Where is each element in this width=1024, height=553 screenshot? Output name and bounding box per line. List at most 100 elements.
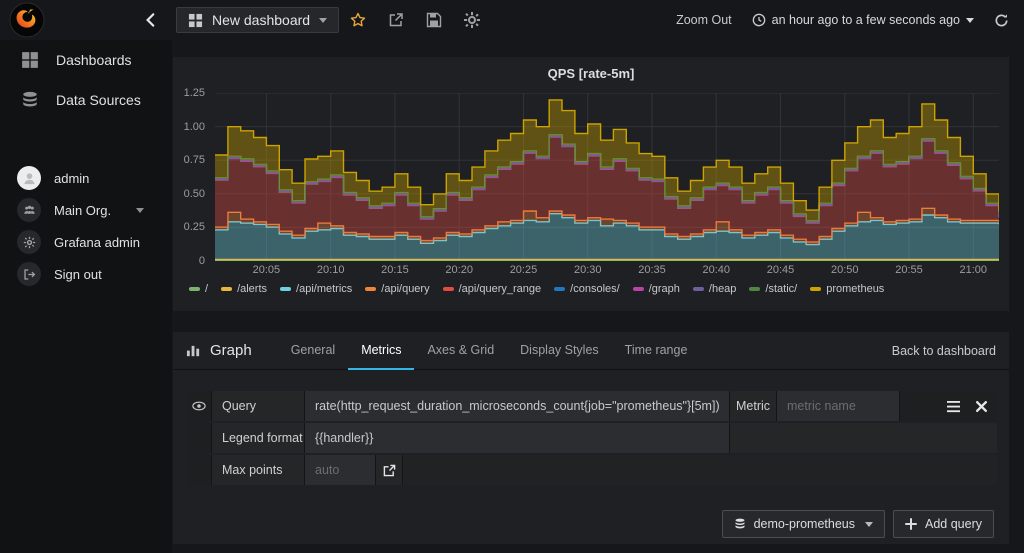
y-tick-label: 0 [198, 255, 205, 267]
sidebar-item-grafana-admin[interactable]: Grafana admin [0, 226, 172, 258]
qps-chart[interactable] [215, 92, 1000, 262]
panel-editor: Graph General Metrics Axes & Grid Displa… [173, 332, 1009, 544]
organization-users-icon [17, 198, 41, 222]
query-input-cell [305, 391, 730, 421]
dashboard-actions [350, 0, 480, 40]
legend-item[interactable]: /heap [692, 283, 737, 295]
y-axis-labels: 0 0.25 0.50 0.75 1.00 1.25 [173, 87, 209, 267]
sidebar-item-label: Grafana admin [54, 234, 140, 250]
legend-format-row: Legend format [187, 423, 997, 453]
dashboard-content: QPS [rate-5m] 0 0.25 0.50 0.75 1.00 1.25 20:0… [172, 40, 1024, 553]
legend-series-name: /static/ [765, 283, 798, 295]
legend-item[interactable]: /api/metrics [280, 283, 352, 295]
row-spacer-cell [187, 423, 212, 453]
legend-item[interactable]: /static/ [749, 283, 797, 295]
zoom-out-button[interactable]: Zoom Out [676, 13, 732, 27]
sidebar-item-dashboards[interactable]: Dashboards [0, 40, 172, 80]
dashboard-title: New dashboard [212, 12, 311, 28]
legend-series-color-chip [810, 287, 822, 291]
caret-down-icon [136, 207, 145, 213]
legend-series-name: /alerts [237, 283, 268, 295]
legend-item[interactable]: / [189, 283, 208, 295]
sidebar-item-label: admin [54, 170, 90, 186]
legend-format-input-cell [305, 423, 730, 453]
time-range-label: an hour ago to a few seconds ago [771, 13, 960, 27]
settings-gear-icon[interactable] [464, 12, 480, 28]
sidebar-item-data-sources[interactable]: Data Sources [0, 80, 172, 120]
tab-time-range[interactable]: Time range [612, 332, 701, 370]
tab-general[interactable]: General [278, 332, 348, 370]
sidebar-collapse-chevron-icon[interactable] [142, 11, 160, 29]
y-tick-label: 0.25 [183, 221, 205, 234]
star-icon[interactable] [350, 12, 366, 28]
legend-item[interactable]: /alerts [221, 283, 267, 295]
query-menu-icon[interactable] [947, 400, 960, 413]
x-tick-label: 20:35 [638, 264, 666, 276]
datasource-selector-button[interactable]: demo-prometheus [721, 510, 886, 538]
plus-icon [905, 518, 918, 530]
external-link-icon[interactable] [376, 455, 403, 485]
metric-input-cell [777, 391, 900, 421]
sidebar-item-label: Data Sources [56, 92, 141, 108]
metric-name-input[interactable] [777, 391, 899, 421]
row-spacer-cell [187, 455, 212, 485]
database-icon [735, 518, 745, 529]
toggle-query-visibility-eye-icon[interactable] [187, 391, 212, 421]
legend-series-name: /api/query_range [458, 283, 542, 295]
time-picker-button[interactable]: an hour ago to a few seconds ago [752, 13, 974, 27]
bar-chart-icon [186, 344, 201, 358]
legend-series-name: /heap [708, 283, 737, 295]
x-axis-labels: 20:05 20:10 20:15 20:20 20:25 20:30 20:35 20:40… [215, 261, 999, 277]
legend-item[interactable]: /api/query [365, 283, 430, 295]
back-to-dashboard-link[interactable]: Back to dashboard [892, 344, 996, 358]
x-tick-label: 20:55 [895, 264, 923, 276]
add-query-button[interactable]: Add query [893, 510, 994, 538]
database-icon [21, 91, 39, 109]
legend-format-input[interactable] [305, 423, 729, 453]
legend-item[interactable]: /graph [632, 283, 680, 295]
tab-metrics[interactable]: Metrics [348, 332, 415, 370]
x-tick-label: 20:50 [831, 264, 859, 276]
sidebar: Dashboards Data Sources admin Main Org. … [0, 40, 172, 553]
query-editor-table: Query Metric [187, 391, 997, 485]
graph-panel: QPS [rate-5m] 0 0.25 0.50 0.75 1.00 1.25 20:0… [173, 57, 1009, 311]
row-filler [730, 423, 997, 453]
refresh-icon[interactable] [994, 13, 1009, 28]
remove-query-icon[interactable] [975, 400, 988, 413]
caret-down-icon [966, 17, 974, 23]
admin-gear-icon [17, 230, 41, 254]
x-tick-label: 20:20 [445, 264, 473, 276]
max-points-row: Max points [187, 455, 997, 485]
legend-item[interactable]: /api/query_range [442, 283, 542, 295]
query-footer-buttons: demo-prometheus Add query [187, 510, 996, 538]
max-points-input[interactable] [305, 455, 375, 485]
legend-item[interactable]: /consoles/ [554, 283, 620, 295]
x-tick-label: 20:45 [766, 264, 795, 276]
legend-series-color-chip [442, 287, 454, 291]
tab-display-styles[interactable]: Display Styles [507, 332, 612, 370]
legend-series-color-chip [189, 287, 200, 291]
tab-axes-grid[interactable]: Axes & Grid [414, 332, 507, 370]
share-icon[interactable] [388, 12, 404, 28]
sidebar-item-sign-out[interactable]: Sign out [0, 258, 172, 290]
save-icon[interactable] [426, 12, 442, 28]
query-expression-input[interactable] [305, 391, 729, 421]
legend-series-color-chip [280, 287, 292, 291]
dashboard-picker-button[interactable]: New dashboard [176, 7, 340, 33]
panel-type[interactable]: Graph [186, 342, 252, 359]
legend-format-label: Legend format [212, 423, 305, 453]
sidebar-item-profile[interactable]: admin [0, 162, 172, 194]
panel-title[interactable]: QPS [rate-5m] [173, 66, 1009, 86]
x-tick-label: 20:05 [252, 264, 281, 276]
legend-series-color-chip [365, 287, 377, 291]
sidebar-item-org-switcher[interactable]: Main Org. [0, 194, 172, 226]
x-tick-label: 21:00 [959, 264, 988, 276]
row-filler [403, 455, 997, 485]
legend-series-name: /graph [648, 283, 680, 295]
x-tick-label: 20:10 [316, 264, 345, 276]
legend-item[interactable]: prometheus [810, 283, 884, 295]
grafana-logo-icon[interactable] [9, 2, 45, 38]
x-tick-label: 20:15 [381, 264, 409, 276]
legend-series-color-chip [632, 287, 644, 291]
legend-series-name: prometheus [826, 283, 885, 295]
